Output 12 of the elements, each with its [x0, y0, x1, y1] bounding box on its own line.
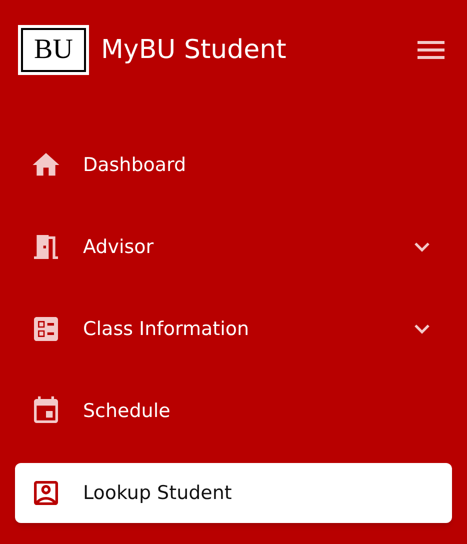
logo: BU	[18, 25, 89, 75]
nav-item[interactable]: Lookup Student	[15, 463, 452, 523]
nav-item[interactable]: Advisor	[15, 217, 452, 277]
nav-item[interactable]: Class Information	[15, 299, 452, 359]
nav-label: Advisor	[83, 234, 155, 260]
nav-item[interactable]: Dashboard	[15, 135, 452, 195]
nav-label: Dashboard	[83, 152, 188, 178]
nav-item[interactable]: Schedule	[15, 381, 452, 441]
nav-label: Class Information	[83, 316, 250, 342]
nav-label: Lookup Student	[83, 480, 233, 506]
app-title: MyBU Student	[101, 34, 288, 66]
nav-label: Schedule	[83, 398, 172, 424]
